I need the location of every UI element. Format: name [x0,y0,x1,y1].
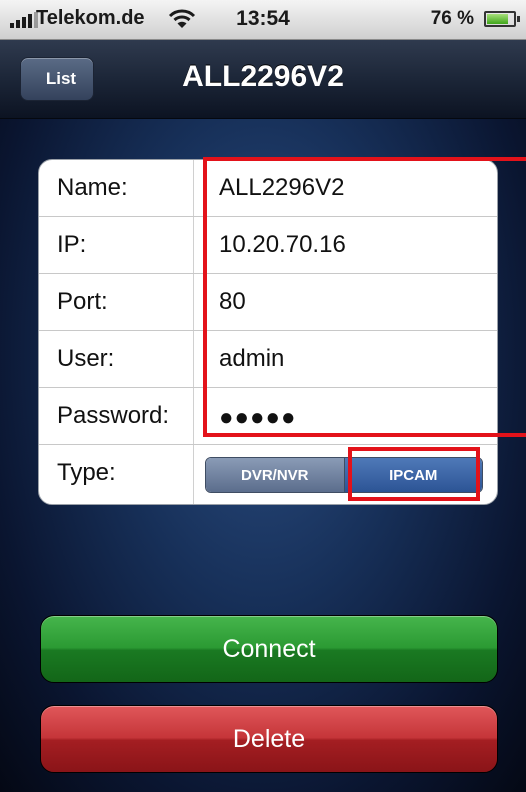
status-bar: Telekom.de 13:54 76 % [0,0,526,40]
navigation-bar: List ALL2296V2 [0,40,526,119]
field-label: Port: [57,288,108,315]
delete-button-label: Delete [232,724,306,753]
row-divider [193,445,194,504]
row-divider [193,388,194,444]
battery-percent: 76 % [430,8,474,29]
field-label: IP: [57,231,87,258]
field-label: Name: [57,174,128,201]
field-label: User: [57,345,115,372]
field-label: Password: [57,402,170,429]
row-divider [193,274,194,330]
page-title: ALL2296V2 [182,60,344,93]
row-divider [193,217,194,273]
field-label: Type: [57,459,116,486]
connect-button-label: Connect [222,634,316,663]
type-option-dvr-nvr[interactable]: DVR/NVR [206,458,344,492]
battery-icon [484,11,520,27]
row-divider [193,160,194,216]
connect-button[interactable]: Connect [40,615,498,683]
highlight-box-ipcam [348,447,480,501]
highlight-box-fields [203,157,526,437]
delete-button[interactable]: Delete [40,705,498,773]
row-divider [193,331,194,387]
